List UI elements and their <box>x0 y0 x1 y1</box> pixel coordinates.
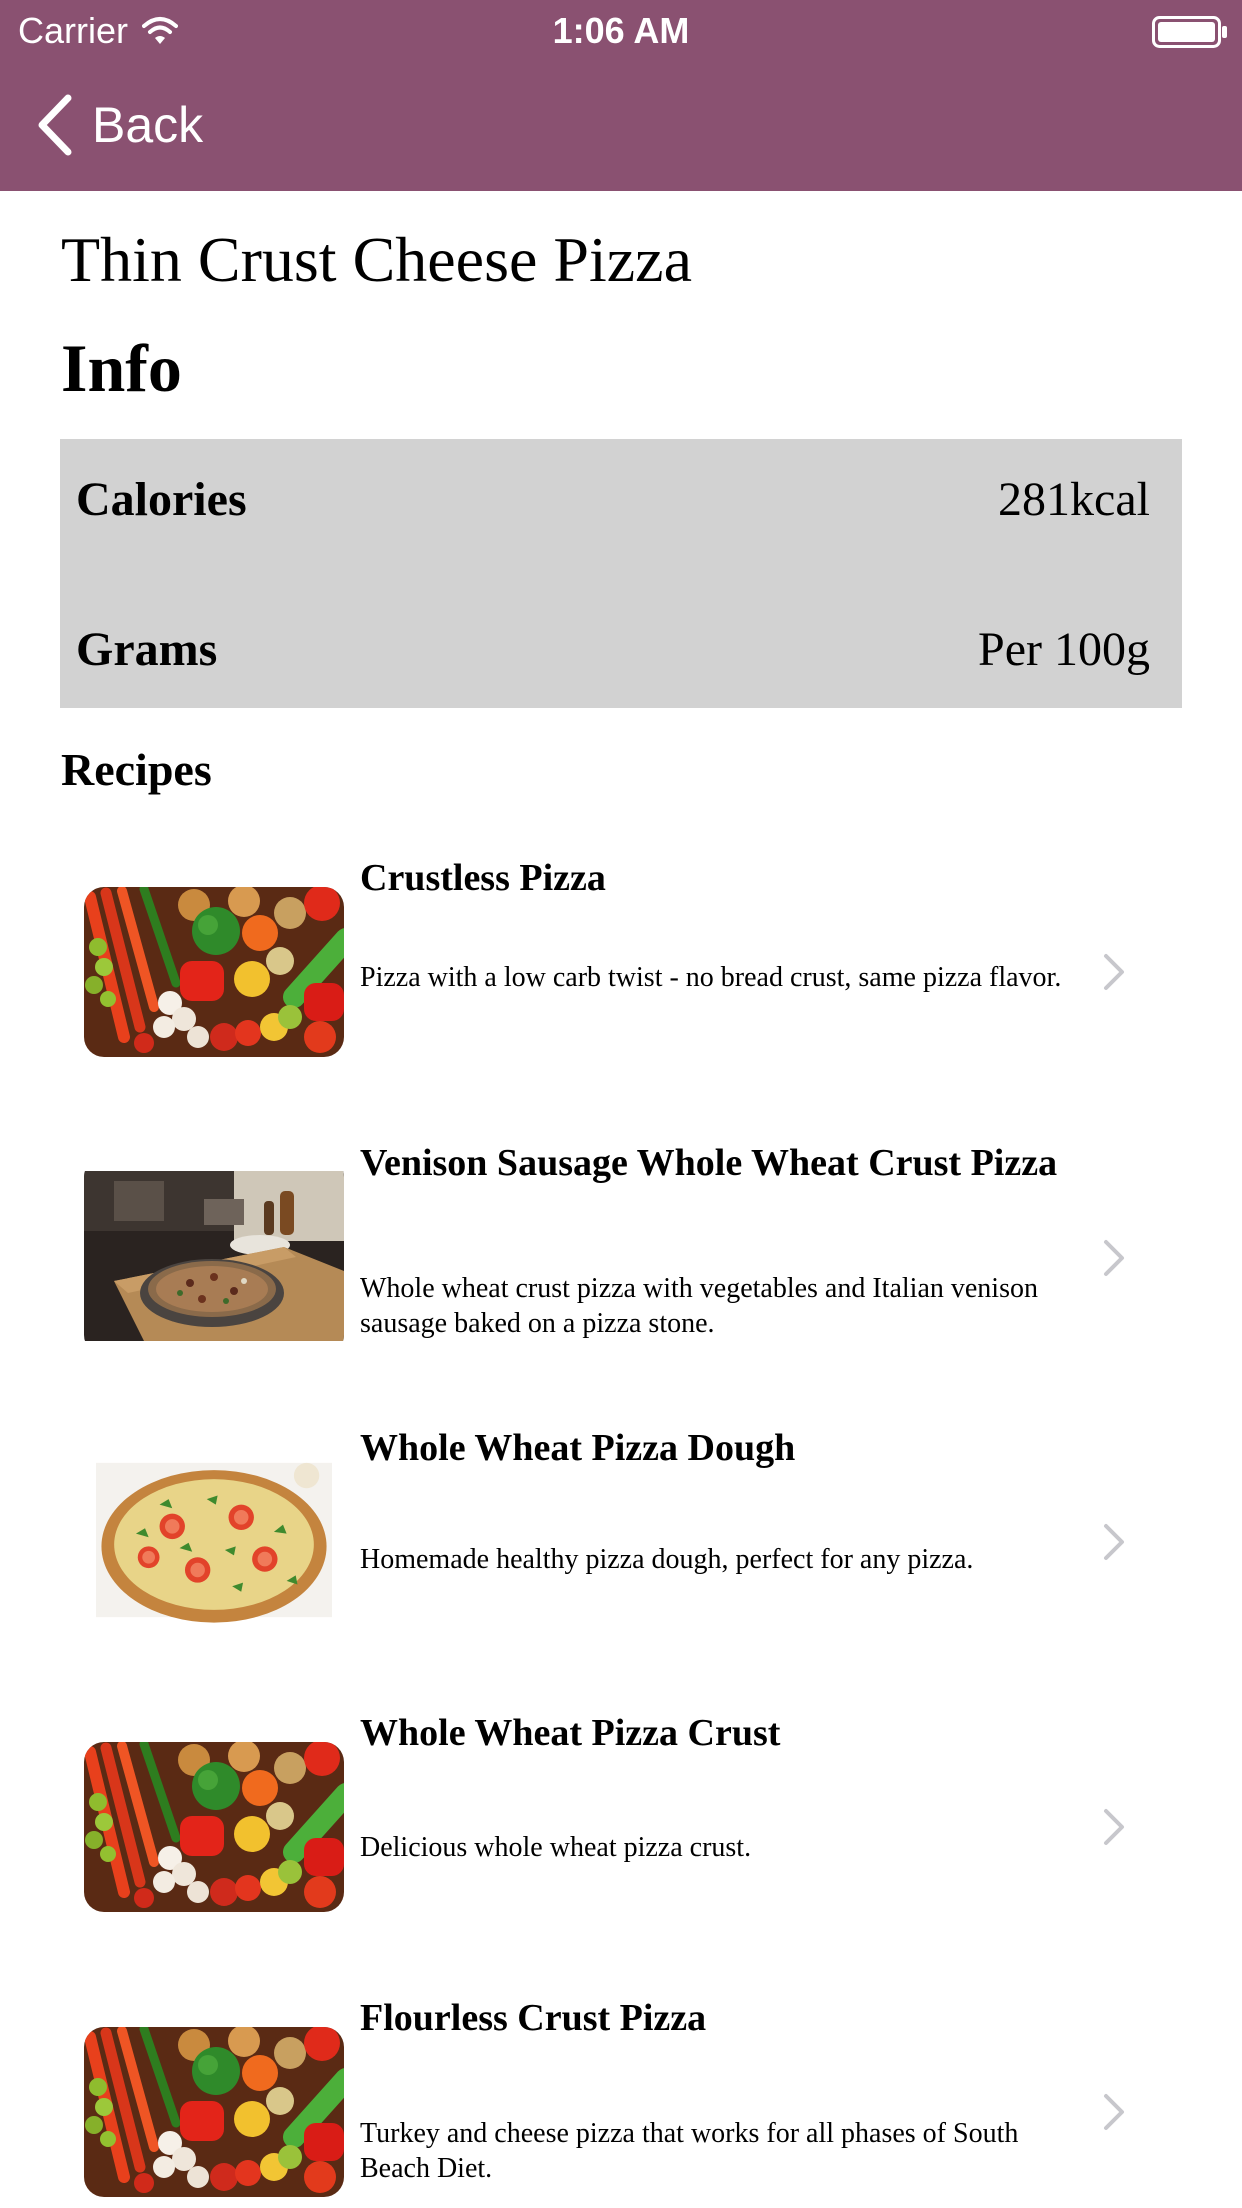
recipe-title: Whole Wheat Pizza Dough <box>360 1427 796 1469</box>
back-button[interactable]: Back <box>36 92 203 158</box>
status-time: 1:06 AM <box>552 10 690 51</box>
recipe-title: Venison Sausage Whole Wheat Crust Pizza <box>360 1142 1058 1184</box>
chevron-right-icon <box>1104 954 1124 990</box>
vegetables-photo <box>84 887 344 1057</box>
chevron-right-icon <box>1104 2094 1124 2130</box>
recipe-description: Delicious whole wheat pizza crust. <box>360 1832 752 1863</box>
nutrition-info-table: Calories 281kcal Grams Per 100g <box>60 439 1182 708</box>
battery-icon <box>1152 16 1227 48</box>
food-title: Thin Crust Cheese Pizza <box>61 224 692 295</box>
calories-row: Calories 281kcal <box>76 464 1150 534</box>
calories-label: Calories <box>76 472 247 526</box>
status-bar: Carrier 1:06 AM <box>0 0 1242 62</box>
back-label: Back <box>92 97 204 153</box>
grams-label: Grams <box>76 622 218 676</box>
recipe-title: Crustless Pizza <box>360 857 606 899</box>
recipe-description: Whole wheat crust pizza with vegetables … <box>360 1273 1038 1339</box>
recipe-title: Whole Wheat Pizza Crust <box>360 1712 781 1754</box>
pizza-on-board-photo <box>84 1157 344 1355</box>
grams-value: Per 100g <box>978 622 1150 676</box>
recipe-row[interactable]: Whole Wheat Pizza Dough Homemade healthy… <box>60 1412 1182 1697</box>
nav-row: Back <box>0 62 1242 191</box>
recipe-title: Flourless Crust Pizza <box>360 1997 707 2039</box>
chevron-right-icon <box>1104 1524 1124 1560</box>
chevron-right-icon <box>1104 1240 1124 1276</box>
recipes-heading: Recipes <box>61 744 212 795</box>
recipe-thumbnail <box>84 1157 344 1355</box>
recipe-thumbnail <box>84 1742 344 1912</box>
recipe-row[interactable]: Crustless Pizza Pizza with a low carb tw… <box>60 842 1182 1127</box>
recipe-description: Turkey and cheese pizza that works for a… <box>360 2118 1019 2184</box>
recipe-row[interactable]: Venison Sausage Whole Wheat Crust Pizza … <box>60 1127 1182 1412</box>
navigation-bar: Carrier 1:06 AM Back <box>0 0 1242 191</box>
vegetables-photo <box>84 1742 344 1912</box>
pizza-photo <box>96 1422 332 1658</box>
recipe-row[interactable]: Whole Wheat Pizza Crust Delicious whole … <box>60 1697 1182 1982</box>
chevron-left-icon <box>38 94 72 156</box>
recipe-thumbnail <box>96 1422 332 1658</box>
recipe-description: Homemade healthy pizza dough, perfect fo… <box>360 1544 974 1575</box>
recipe-row[interactable]: Flourless Crust Pizza Turkey and cheese … <box>60 1982 1182 2208</box>
chevron-right-icon <box>1104 1809 1124 1845</box>
info-heading: Info <box>61 330 182 406</box>
grams-row: Grams Per 100g <box>76 614 1150 684</box>
calories-value: 281kcal <box>998 472 1150 526</box>
recipe-description: Pizza with a low carb twist - no bread c… <box>360 962 1062 993</box>
recipe-thumbnail <box>84 887 344 1057</box>
vegetables-photo <box>84 2027 344 2197</box>
recipe-thumbnail <box>84 2027 344 2197</box>
